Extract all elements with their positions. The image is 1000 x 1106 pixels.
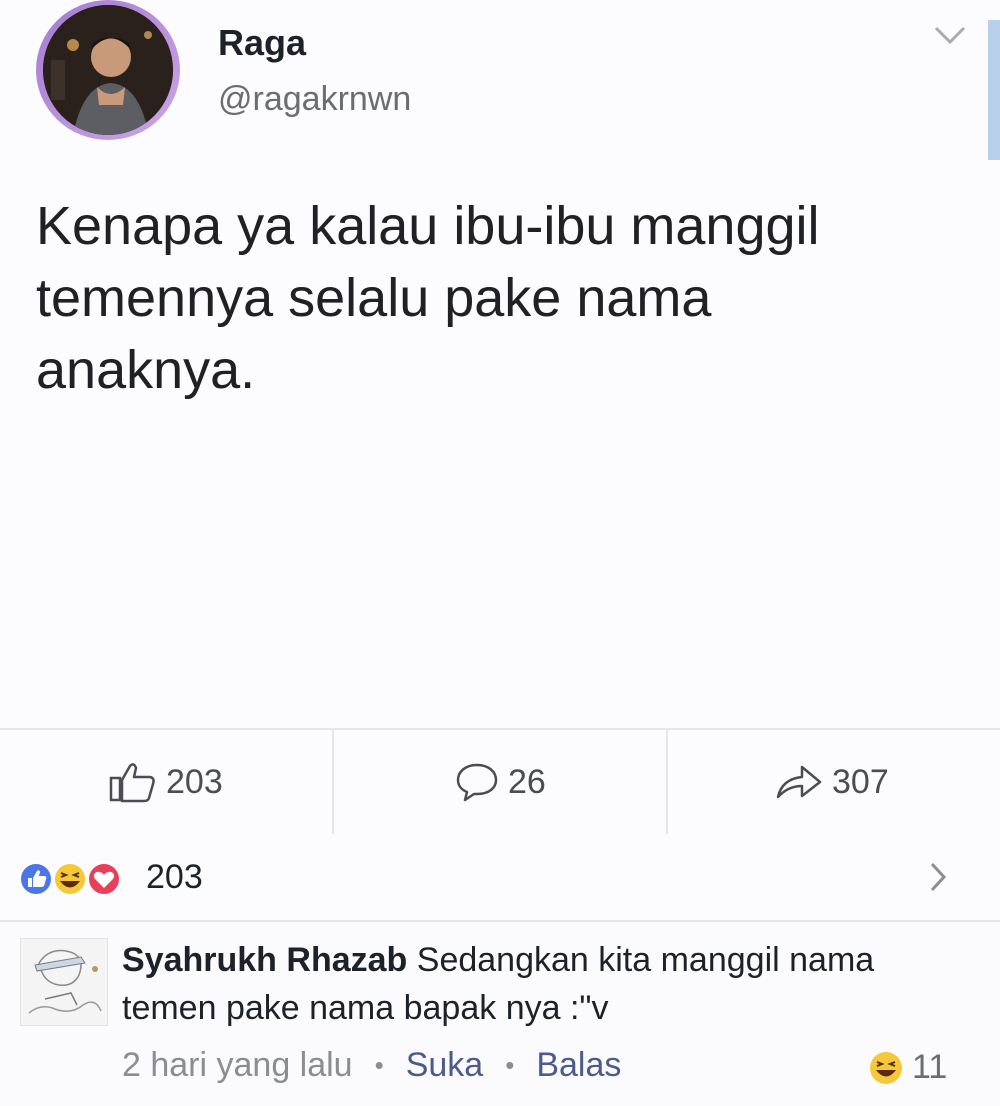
share-button[interactable]: 307	[774, 730, 889, 834]
reactions-summary[interactable]: 203	[0, 834, 1000, 922]
comment-like-link[interactable]: Suka	[406, 1046, 484, 1085]
comment-bubble-icon	[456, 763, 498, 802]
comment-item: Syahrukh Rhazab Sedangkan kita manggil n…	[0, 922, 1000, 1106]
separator-dot: •	[374, 1050, 384, 1080]
divider	[332, 730, 334, 834]
comment-count: 26	[508, 762, 546, 801]
tweet-text: Kenapa ya kalau ibu-ibu manggil temennya…	[36, 196, 820, 400]
comment-reaction-count: 11	[912, 1048, 948, 1086]
comment-reactions[interactable]: 11	[868, 1048, 947, 1087]
thumbs-up-icon	[109, 763, 155, 803]
reaction-count: 203	[146, 858, 203, 896]
author-handle[interactable]: @ragakrnwn	[218, 80, 411, 119]
tweet-card: Raga @ragakrnwn Kenapa ya kalau ibu-ibu …	[0, 0, 1000, 730]
reaction-icons	[19, 862, 121, 896]
divider	[666, 730, 668, 834]
action-bar: 203 26 307	[0, 728, 1000, 836]
like-icon	[19, 862, 53, 896]
author-avatar-ring[interactable]	[36, 0, 180, 140]
love-icon	[87, 862, 121, 896]
separator-dot: •	[505, 1050, 515, 1080]
chevron-right-icon[interactable]	[928, 860, 948, 894]
share-arrow-icon	[776, 765, 822, 799]
author-avatar	[43, 5, 173, 135]
comment-reply-link[interactable]: Balas	[536, 1046, 621, 1085]
comment-body: Syahrukh Rhazab Sedangkan kita manggil n…	[122, 936, 972, 1032]
haha-icon	[870, 1051, 902, 1084]
haha-icon	[53, 862, 87, 896]
commenter-name[interactable]: Syahrukh Rhazab	[122, 941, 407, 979]
comment-timestamp: 2 hari yang lalu	[122, 1046, 353, 1084]
like-count: 203	[166, 762, 223, 801]
commenter-avatar[interactable]	[20, 938, 108, 1026]
author-name[interactable]: Raga	[218, 22, 306, 64]
scrollbar[interactable]	[988, 20, 1000, 160]
comment-meta: 2 hari yang lalu • Suka • Balas	[122, 1046, 621, 1085]
share-count: 307	[832, 762, 889, 801]
chevron-down-icon[interactable]	[930, 20, 970, 50]
comment-button[interactable]: 26	[454, 730, 546, 834]
like-button[interactable]: 203	[108, 730, 223, 834]
